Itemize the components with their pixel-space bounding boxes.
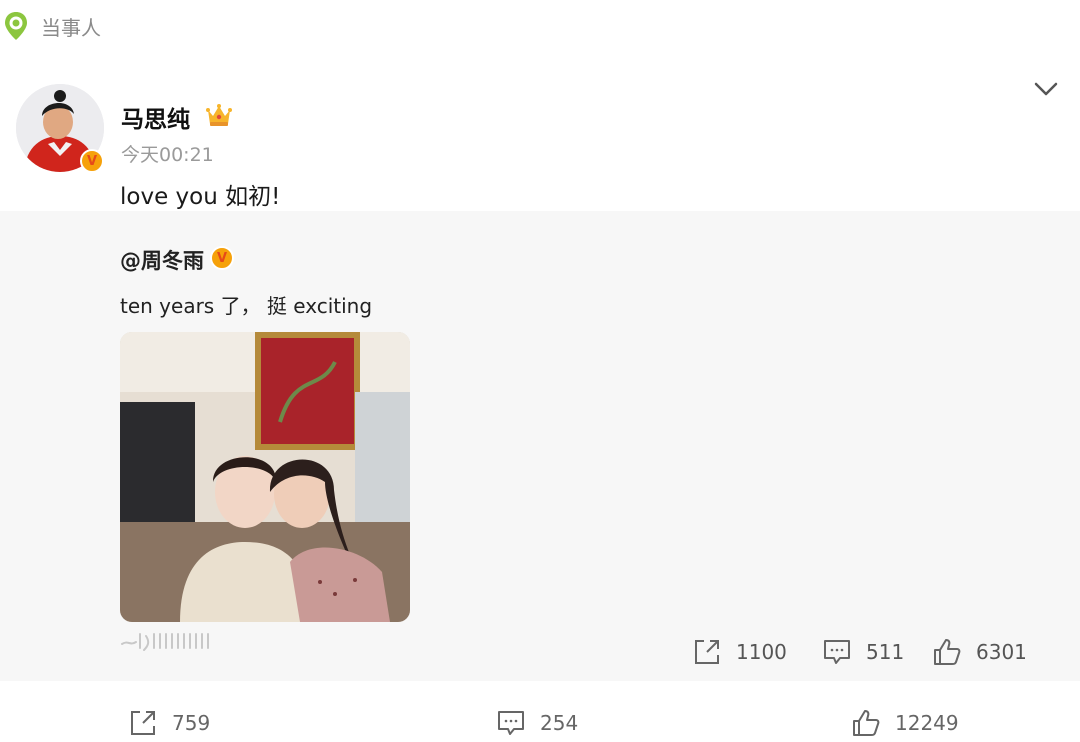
chevron-down-icon[interactable] <box>1032 78 1060 100</box>
watermark-signature <box>121 633 209 651</box>
topic-label: 当事人 <box>41 16 101 40</box>
comment-icon <box>498 711 524 735</box>
photo-image <box>120 332 410 622</box>
post-time: 今天00:21 <box>121 144 214 166</box>
verified-badge-icon: V <box>80 149 104 173</box>
post-text: love you 如初! <box>120 184 281 210</box>
repost-card[interactable]: @周冬雨 V ten years 了， 挺 exciting 1100 511 … <box>0 211 1080 681</box>
thumbs-up-icon <box>934 639 961 665</box>
topic-header[interactable]: 当事人 <box>0 0 1080 52</box>
share-icon <box>131 711 155 735</box>
author-name[interactable]: 马思纯 <box>121 100 190 134</box>
like-count: 6301 <box>976 640 1027 664</box>
repost-share-action[interactable]: 1100 <box>692 635 787 669</box>
thumbs-up-icon <box>853 710 880 736</box>
share-button[interactable]: 759 <box>128 706 210 740</box>
verified-badge-icon: V <box>210 246 234 270</box>
like-button[interactable]: 12249 <box>851 706 959 740</box>
repost-author[interactable]: @周冬雨 <box>120 245 204 275</box>
repost-photo[interactable] <box>120 332 410 622</box>
comment-count: 511 <box>866 640 905 664</box>
repost-comment-action[interactable]: 511 <box>822 635 904 669</box>
repost-text: ten years 了， 挺 exciting <box>120 294 373 318</box>
comment-icon <box>824 640 850 664</box>
crown-badge-icon <box>206 104 232 126</box>
share-count: 759 <box>172 711 211 735</box>
comment-button[interactable]: 254 <box>496 706 578 740</box>
like-count: 12249 <box>895 711 959 735</box>
comment-count: 254 <box>540 711 579 735</box>
location-pin-icon <box>5 12 27 40</box>
share-count: 1100 <box>736 640 787 664</box>
share-icon <box>695 640 719 664</box>
repost-like-action[interactable]: 6301 <box>932 635 1027 669</box>
